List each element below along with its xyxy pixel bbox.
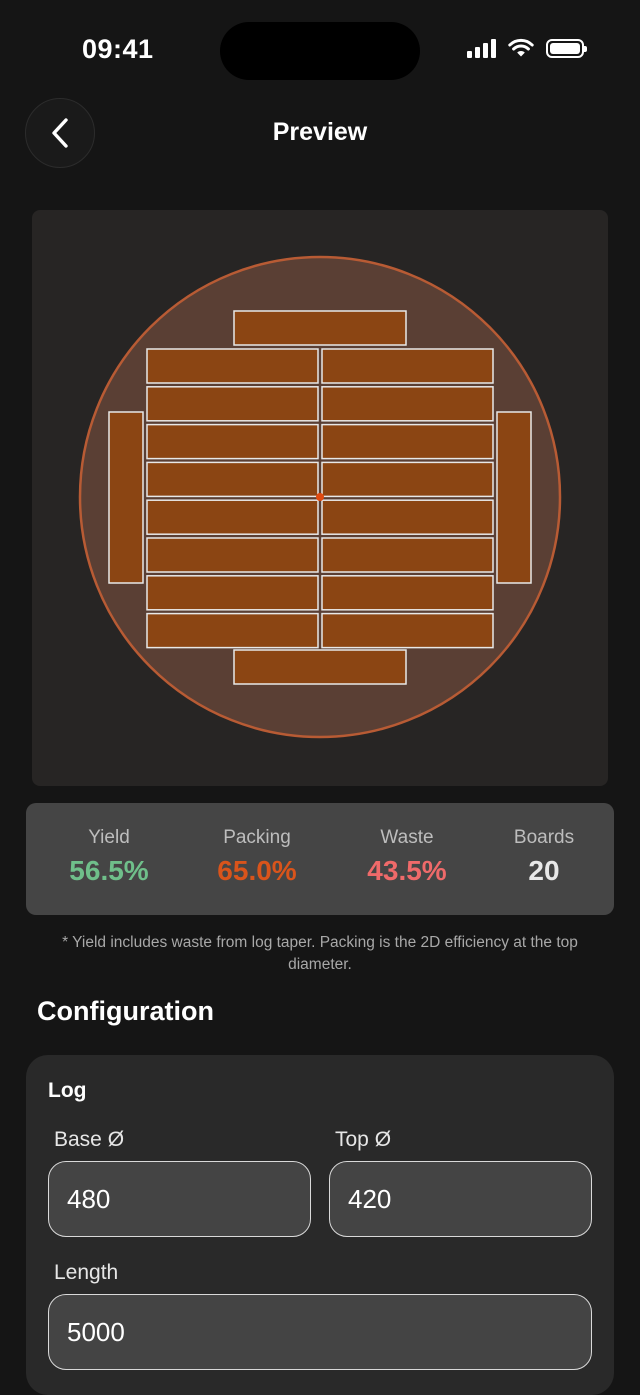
board: [146, 461, 319, 498]
status-bar: 09:41: [0, 0, 640, 100]
board: [233, 649, 407, 685]
stat-value: 20: [528, 855, 560, 886]
board: [321, 612, 494, 649]
footnote: * Yield includes waste from log taper. P…: [62, 934, 578, 973]
dynamic-island: [220, 22, 420, 80]
length-label: Length: [54, 1261, 119, 1284]
stat-label: Waste: [380, 827, 434, 848]
cut-diagram: [78, 255, 562, 739]
top-diameter-input[interactable]: [329, 1161, 592, 1237]
stat-yield: Yield 56.5%: [69, 827, 148, 887]
board: [321, 537, 494, 573]
card-title-log: Log: [48, 1079, 87, 1102]
stats-card: Yield 56.5% Packing 65.0% Waste 43.5% Bo…: [26, 803, 614, 915]
stat-label: Boards: [513, 827, 575, 848]
stat-label: Yield: [88, 827, 130, 848]
stat-value: 56.5%: [69, 855, 149, 886]
stat-packing: Packing 65.0%: [217, 827, 296, 887]
log-center-marker: [316, 493, 324, 501]
stat-waste: Waste 43.5%: [367, 827, 446, 887]
board: [146, 499, 319, 535]
stat-value: 43.5%: [367, 855, 447, 886]
board: [146, 423, 319, 460]
section-title-configuration: Configuration: [37, 996, 214, 1026]
board: [321, 386, 494, 422]
stat-boards: Boards 20: [514, 827, 574, 887]
status-icons: [467, 38, 587, 58]
log-config-card: Log Base Ø Top Ø Length: [26, 1055, 614, 1395]
wifi-icon: [508, 38, 534, 57]
board: [146, 537, 319, 573]
battery-icon: [546, 38, 587, 58]
board: [233, 310, 407, 346]
page-title: Preview: [272, 118, 368, 146]
board: [146, 612, 319, 649]
board: [108, 411, 144, 584]
cut-pattern-preview: [32, 210, 608, 786]
board: [321, 423, 494, 460]
stat-label: Packing: [223, 827, 291, 848]
board: [146, 575, 319, 611]
top-diameter-label: Top Ø: [335, 1128, 392, 1151]
length-input[interactable]: [48, 1294, 592, 1370]
board: [496, 411, 532, 584]
board: [146, 348, 319, 384]
stat-value: 65.0%: [217, 855, 297, 886]
board: [146, 386, 319, 422]
base-diameter-label: Base Ø: [54, 1128, 125, 1151]
status-time: 09:41: [82, 34, 154, 64]
board: [321, 499, 494, 535]
board: [321, 348, 494, 384]
board: [321, 575, 494, 611]
board: [321, 461, 494, 498]
base-diameter-input[interactable]: [48, 1161, 311, 1237]
cellular-signal-icon: [467, 38, 496, 58]
